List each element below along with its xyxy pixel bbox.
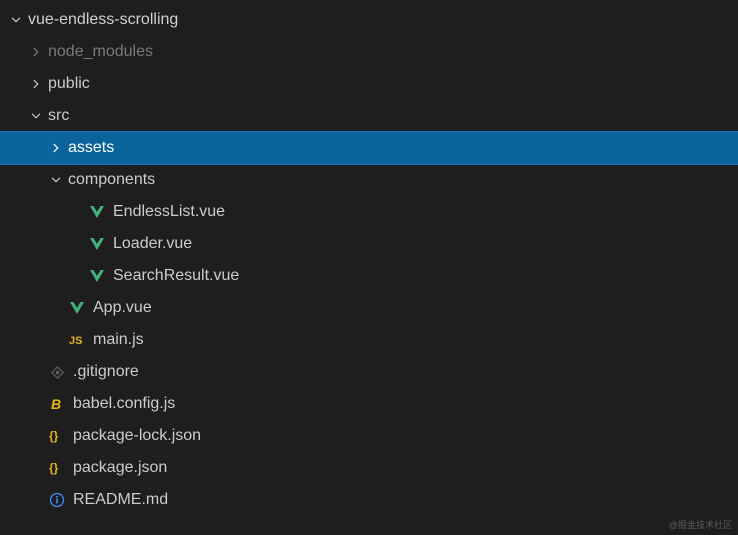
folder-label: components [68,164,155,196]
file-label: package-lock.json [73,420,201,452]
file-label: package.json [73,452,167,484]
file-label: App.vue [93,292,152,324]
tree-root-folder[interactable]: vue-endless-scrolling [0,4,738,36]
tree-file-gitignore[interactable]: .gitignore [0,356,738,388]
twistie-spacer [28,396,44,412]
file-label: Loader.vue [113,228,192,260]
tree-folder-components[interactable]: components [0,164,738,196]
file-explorer-tree: vue-endless-scrolling node_modules publi… [0,0,738,516]
chevron-down-icon [48,172,64,188]
tree-file-main-js[interactable]: JS main.js [0,324,738,356]
twistie-spacer [68,268,84,284]
tree-file-package-lock-json[interactable]: {} package-lock.json [0,420,738,452]
chevron-right-icon [28,44,44,60]
twistie-spacer [28,428,44,444]
twistie-spacer [28,492,44,508]
vue-file-icon [88,267,106,285]
twistie-spacer [28,460,44,476]
json-file-icon: {} [48,427,66,445]
folder-label: src [48,100,69,132]
js-file-icon: JS [68,331,86,349]
file-label: EndlessList.vue [113,196,225,228]
svg-text:{}: {} [49,429,59,443]
babel-file-icon: B [48,395,66,413]
file-label: SearchResult.vue [113,260,239,292]
vue-file-icon [88,235,106,253]
tree-folder-assets[interactable]: assets [0,132,738,164]
file-label: babel.config.js [73,388,175,420]
chevron-right-icon [28,76,44,92]
twistie-spacer [28,364,44,380]
vue-file-icon [88,203,106,221]
chevron-down-icon [8,12,24,28]
file-label: README.md [73,484,168,516]
tree-file-endlesslist-vue[interactable]: EndlessList.vue [0,196,738,228]
tree-file-searchresult-vue[interactable]: SearchResult.vue [0,260,738,292]
svg-text:{}: {} [49,461,59,475]
chevron-right-icon [48,140,64,156]
tree-file-app-vue[interactable]: App.vue [0,292,738,324]
json-file-icon: {} [48,459,66,477]
svg-text:JS: JS [69,335,82,347]
folder-label: assets [68,132,114,164]
vue-file-icon [68,299,86,317]
folder-label: node_modules [48,36,153,68]
folder-label: vue-endless-scrolling [28,4,178,36]
tree-file-readme[interactable]: README.md [0,484,738,516]
file-label: main.js [93,324,144,356]
file-label: .gitignore [73,356,139,388]
tree-file-babel-config[interactable]: B babel.config.js [0,388,738,420]
tree-folder-node-modules[interactable]: node_modules [0,36,738,68]
tree-folder-src[interactable]: src [0,100,738,132]
watermark-text: @掘金技术社区 [669,518,732,531]
git-file-icon [48,363,66,381]
chevron-down-icon [28,108,44,124]
twistie-spacer [68,204,84,220]
svg-text:B: B [51,396,61,412]
info-file-icon [48,491,66,509]
tree-file-loader-vue[interactable]: Loader.vue [0,228,738,260]
folder-label: public [48,68,90,100]
tree-file-package-json[interactable]: {} package.json [0,452,738,484]
twistie-spacer [68,236,84,252]
twistie-spacer [48,332,64,348]
twistie-spacer [48,300,64,316]
tree-folder-public[interactable]: public [0,68,738,100]
